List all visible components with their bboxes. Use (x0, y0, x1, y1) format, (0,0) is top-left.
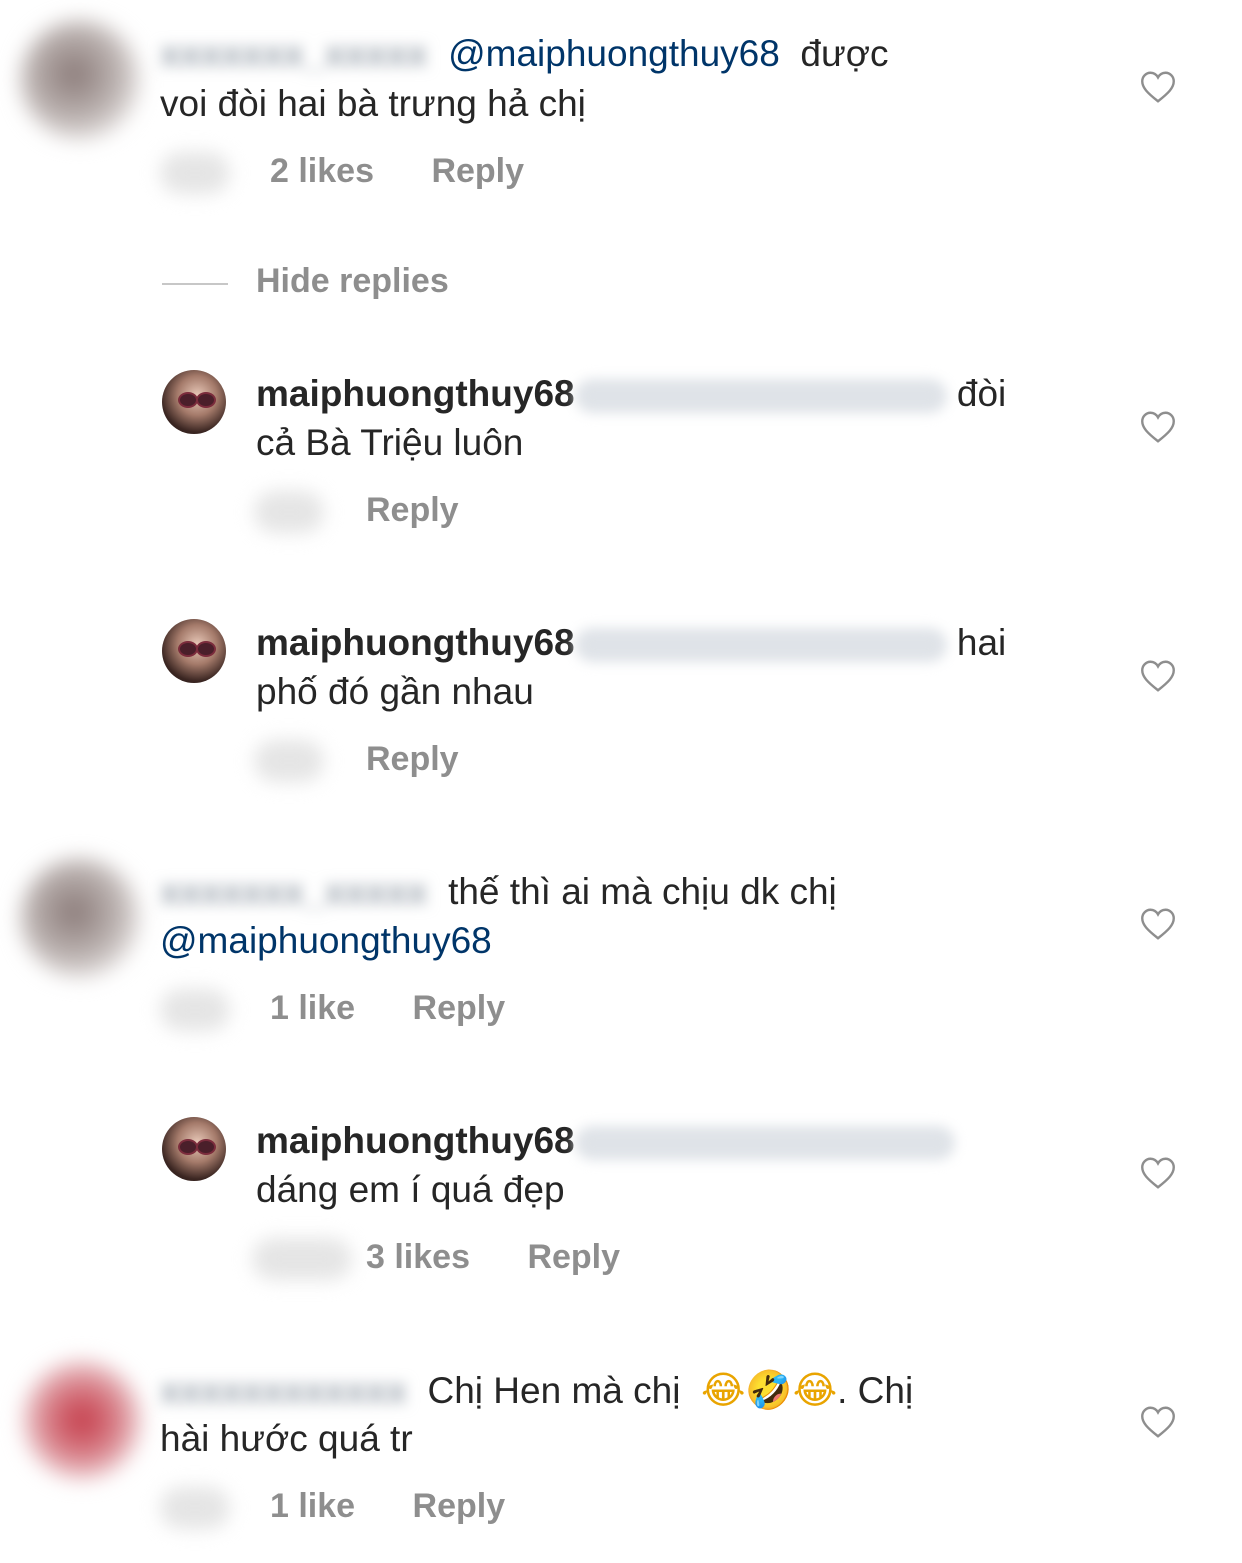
comment-meta: Reply (366, 740, 459, 779)
avatar[interactable] (162, 619, 226, 683)
divider-line (162, 283, 228, 285)
avatar[interactable] (20, 20, 140, 140)
laughing-emoji-icons: 😂🤣😂 (701, 1368, 838, 1412)
mention-blurred[interactable] (574, 628, 947, 663)
likes-count[interactable]: 1 like (270, 989, 355, 1027)
mention-link[interactable]: @maiphuongthuy68 (160, 920, 492, 961)
hide-replies-label: Hide replies (256, 262, 449, 300)
comment-meta: 2 likes Reply (270, 152, 524, 191)
comment-text: đòi (956, 373, 1007, 414)
likes-count[interactable]: 3 likes (366, 1238, 470, 1276)
avatar[interactable] (20, 858, 140, 978)
comment-line-1: xxxxxxxxxxxx Chị Hen mà chị 😂🤣😂. Chị (160, 1366, 913, 1415)
timestamp-blurred (160, 1487, 230, 1529)
mention-link[interactable]: @maiphuongthuy68 (448, 33, 780, 74)
timestamp-blurred (160, 989, 230, 1031)
comment-text: Chị Hen mà chị (427, 1370, 681, 1411)
likes-count[interactable]: 2 likes (270, 152, 374, 190)
username-link[interactable]: maiphuongthuy68 (256, 622, 575, 663)
username-blurred[interactable]: xxxxxxx_xxxxx (160, 30, 428, 78)
reply-button[interactable]: Reply (413, 1487, 506, 1525)
mention-blurred[interactable] (574, 379, 947, 414)
mention-blurred[interactable] (574, 1126, 955, 1161)
timestamp-blurred (160, 152, 230, 194)
comment-line-2: dáng em í quá đẹp (256, 1169, 565, 1210)
comment-line-1: xxxxxxx_xxxxx thế thì ai mà chịu dk chị (160, 868, 837, 916)
comment-text: thế thì ai mà chịu dk chị (448, 871, 837, 912)
comment-line-1: maiphuongthuy68 (256, 1117, 955, 1165)
comment-line-1: maiphuongthuy68 đòi (256, 370, 1006, 418)
reply-button[interactable]: Reply (527, 1238, 620, 1276)
likes-count[interactable]: 1 like (270, 1487, 355, 1525)
username-blurred[interactable]: xxxxxxxxxxxx (160, 1367, 407, 1415)
comment-text-tail: . Chị (837, 1370, 914, 1411)
timestamp-blurred (254, 491, 324, 533)
comment-line-2: @maiphuongthuy68 (160, 917, 492, 965)
comment-line-2: voi đòi hai bà trưng hả chị (160, 83, 586, 124)
avatar[interactable] (162, 370, 226, 434)
timestamp-blurred (254, 740, 324, 782)
heart-outline-icon[interactable] (1140, 70, 1176, 104)
heart-outline-icon[interactable] (1140, 907, 1176, 941)
heart-outline-icon[interactable] (1140, 1156, 1176, 1190)
comment-line-1: xxxxxxx_xxxxx @maiphuongthuy68 được (160, 30, 889, 78)
avatar[interactable] (22, 1360, 142, 1480)
comment-line-1: maiphuongthuy68 hai (256, 619, 1006, 667)
username-blurred[interactable]: xxxxxxx_xxxxx (160, 868, 428, 916)
reply-button[interactable]: Reply (413, 989, 506, 1027)
username-link[interactable]: maiphuongthuy68 (256, 373, 575, 414)
comment-line-2: hài hước quá tr (160, 1418, 413, 1459)
timestamp-blurred (252, 1238, 352, 1280)
comment-meta: 1 like Reply (270, 1487, 505, 1526)
comment-meta: 1 like Reply (270, 989, 505, 1028)
comment-line-2: phố đó gần nhau (256, 671, 534, 712)
heart-outline-icon[interactable] (1140, 410, 1176, 444)
heart-outline-icon[interactable] (1140, 659, 1176, 693)
reply-button[interactable]: Reply (366, 740, 459, 778)
reply-button[interactable]: Reply (366, 491, 459, 529)
comment-line-2: cả Bà Triệu luôn (256, 422, 524, 463)
reply-button[interactable]: Reply (431, 152, 524, 190)
avatar[interactable] (162, 1117, 226, 1181)
comment-text: hai (956, 622, 1007, 663)
heart-outline-icon[interactable] (1140, 1405, 1176, 1439)
comment-text: được (800, 33, 889, 74)
comment-meta: Reply (366, 491, 459, 530)
comment-meta: 3 likes Reply (366, 1238, 620, 1277)
username-link[interactable]: maiphuongthuy68 (256, 1120, 575, 1161)
